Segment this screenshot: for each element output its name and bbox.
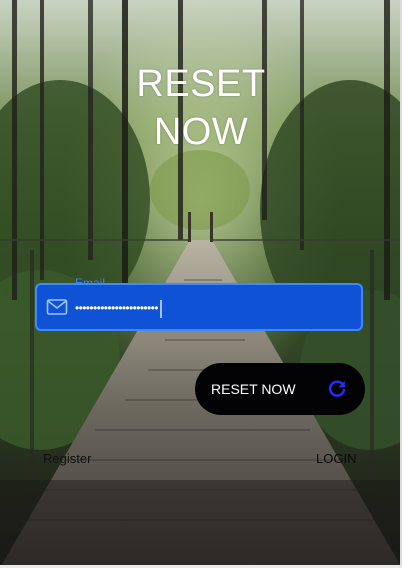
page-title-line-1: RESET [136, 63, 266, 105]
mail-icon [46, 299, 68, 315]
email-field[interactable]: ••••••••••••••••••••••• [35, 283, 363, 331]
register-link[interactable]: Register [43, 451, 91, 466]
login-link[interactable]: LOGIN [316, 451, 356, 466]
page-title-line-2: NOW [153, 111, 249, 153]
reset-screen: RESET NOW Email ••••••••••••••••••••••• … [0, 0, 402, 568]
email-value: ••••••••••••••••••••••• [75, 301, 158, 315]
email-value-wrap: ••••••••••••••••••••••• [75, 297, 162, 319]
reset-now-button[interactable]: RESET NOW [195, 363, 365, 415]
reset-now-button-label: RESET NOW [211, 381, 296, 397]
text-caret [159, 299, 162, 318]
refresh-icon [328, 380, 346, 397]
page-title: RESET NOW [0, 60, 402, 156]
